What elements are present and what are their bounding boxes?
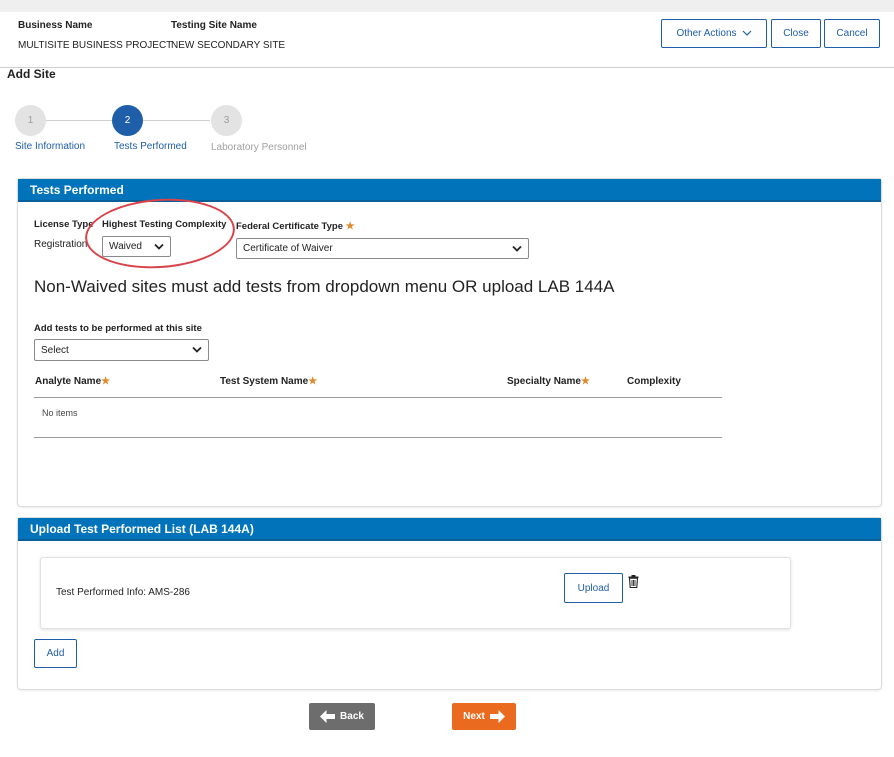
next-button[interactable]: Next	[452, 703, 516, 730]
federal-cert-label-text: Federal Certificate Type	[236, 221, 344, 232]
column-analyte-label: Analyte Name	[35, 376, 102, 387]
step-1-label[interactable]: Site Information	[15, 141, 85, 152]
license-type-value: Registration	[34, 239, 88, 250]
step-3-label: Laboratory Personnel	[211, 142, 307, 153]
chevron-down-icon	[192, 346, 202, 353]
chevron-down-icon	[742, 30, 751, 36]
federal-cert-select[interactable]: Certificate of Waiver	[236, 238, 529, 259]
business-name-label: Business Name	[18, 20, 93, 31]
back-button[interactable]: Back	[309, 703, 375, 730]
arrow-left-icon	[320, 710, 336, 723]
step-connector	[143, 120, 210, 121]
testing-site-label: Testing Site Name	[171, 20, 257, 31]
license-type-label: License Type	[34, 219, 94, 230]
column-test-system[interactable]: Test System Name★	[220, 376, 317, 387]
add-tests-value: Select	[41, 344, 69, 356]
upload-button[interactable]: Upload	[564, 573, 623, 603]
step-2-circle[interactable]: 2	[112, 105, 143, 136]
add-tests-select[interactable]: Select	[34, 339, 209, 361]
column-specialty[interactable]: Specialty Name★	[507, 376, 590, 387]
other-actions-label: Other Actions	[676, 28, 737, 39]
business-name-value: MULTISITE BUSINESS PROJECT	[18, 40, 173, 51]
upload-panel-title: Upload Test Performed List (LAB 144A)	[18, 518, 881, 541]
cancel-button[interactable]: Cancel	[824, 19, 880, 48]
step-connector	[46, 120, 113, 121]
column-complexity[interactable]: Complexity	[627, 376, 681, 387]
complexity-select[interactable]: Waived	[102, 236, 171, 257]
chevron-down-icon	[512, 245, 522, 252]
tests-performed-title: Tests Performed	[18, 179, 881, 202]
required-star-icon: ★	[345, 221, 355, 232]
required-star-icon: ★	[308, 376, 318, 387]
complexity-label: Highest Testing Complexity	[102, 219, 227, 230]
next-label: Next	[463, 711, 485, 722]
arrow-right-icon	[489, 710, 505, 723]
non-waived-notice: Non-Waived sites must add tests from dro…	[34, 277, 615, 296]
upload-card: Test Performed Info: AMS-286 Upload	[40, 557, 791, 629]
page-title: Add Site	[7, 67, 56, 81]
federal-cert-label: Federal Certificate Type ★	[236, 221, 355, 232]
table-bottom-divider	[34, 437, 722, 438]
column-test-system-label: Test System Name	[220, 376, 309, 387]
required-star-icon: ★	[580, 376, 590, 387]
back-label: Back	[340, 711, 364, 722]
step-2-label[interactable]: Tests Performed	[114, 141, 187, 152]
testing-site-value: NEW SECONDARY SITE	[171, 40, 286, 51]
header-bar: Business Name MULTISITE BUSINESS PROJECT…	[0, 12, 894, 68]
close-button[interactable]: Close	[771, 19, 821, 48]
other-actions-button[interactable]: Other Actions	[661, 19, 767, 48]
add-tests-label: Add tests to be performed at this site	[34, 323, 202, 334]
column-analyte[interactable]: Analyte Name★	[35, 376, 110, 387]
federal-cert-value: Certificate of Waiver	[243, 243, 333, 254]
trash-icon[interactable]	[628, 575, 639, 588]
column-specialty-label: Specialty Name	[507, 376, 581, 387]
complexity-value: Waived	[109, 241, 142, 252]
step-3-circle: 3	[211, 105, 242, 136]
empty-table-text: No items	[42, 408, 78, 418]
add-button[interactable]: Add	[34, 639, 77, 668]
required-star-icon: ★	[101, 376, 111, 387]
step-1-circle[interactable]: 1	[15, 105, 46, 136]
chevron-down-icon	[154, 243, 164, 250]
top-strip	[0, 0, 894, 12]
table-header-divider	[34, 397, 722, 398]
test-performed-info: Test Performed Info: AMS-286	[56, 587, 190, 598]
